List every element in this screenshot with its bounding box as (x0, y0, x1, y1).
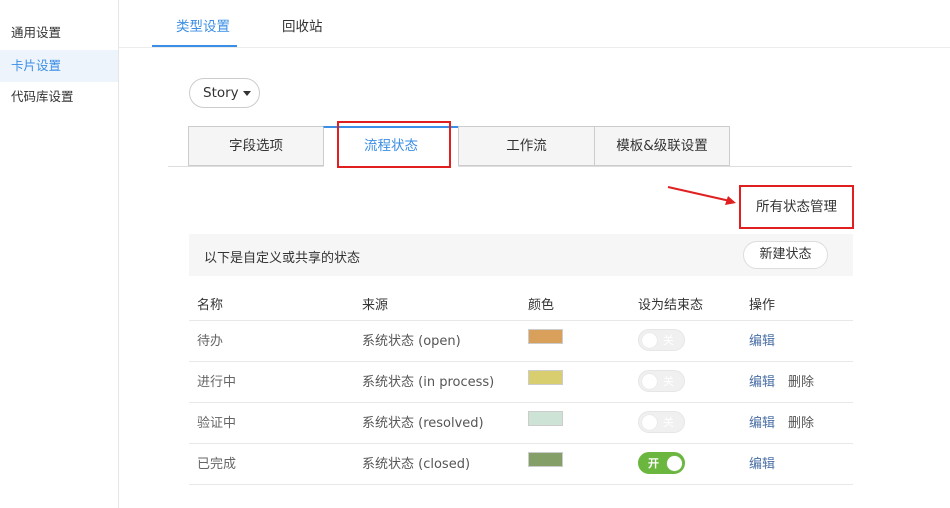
caret-down-icon (242, 90, 251, 96)
delete-link[interactable]: 删除 (788, 412, 814, 431)
tab-workflow[interactable]: 工作流 (458, 126, 595, 166)
row-divider (189, 402, 853, 403)
red-arrow-annotation (667, 186, 736, 205)
toggle-knob (642, 374, 657, 389)
status-info-text: 以下是自定义或共享的状态 (204, 251, 361, 266)
sidebar-item-repo[interactable]: 代码库设置 (0, 81, 118, 113)
toggle-label: 关 (663, 375, 674, 388)
edit-link[interactable]: 编辑 (749, 453, 775, 472)
all-status-management-button[interactable]: 所有状态管理 (739, 185, 854, 229)
header-name: 名称 (197, 298, 224, 313)
edit-link[interactable]: 编辑 (749, 412, 775, 431)
status-source: 系统状态 (resolved) (362, 416, 484, 431)
tab-type-settings[interactable]: 类型设置 (176, 15, 230, 35)
color-swatch[interactable] (528, 452, 563, 467)
toggle-label: 关 (663, 416, 674, 429)
row-divider (189, 443, 853, 444)
status-source: 系统状态 (closed) (362, 457, 471, 472)
header-actions: 操作 (749, 298, 776, 313)
row-divider (189, 361, 853, 362)
toggle-knob (642, 415, 657, 430)
status-source: 系统状态 (in process) (362, 375, 495, 390)
sidebar-item-card[interactable]: 卡片设置 (0, 50, 118, 82)
status-name: 已完成 (197, 457, 237, 472)
header-source: 来源 (362, 298, 389, 313)
tab-field-options[interactable]: 字段选项 (188, 126, 324, 166)
end-state-toggle[interactable]: 关 (638, 329, 685, 351)
color-swatch[interactable] (528, 329, 563, 344)
header-end-state: 设为结束态 (638, 298, 704, 313)
sub-tabs-baseline (168, 166, 852, 167)
status-name: 待办 (197, 334, 224, 349)
color-swatch[interactable] (528, 411, 563, 426)
row-divider (189, 484, 853, 485)
new-status-button[interactable]: 新建状态 (743, 241, 828, 269)
toggle-knob (642, 333, 657, 348)
status-info-bar: 以下是自定义或共享的状态 新建状态 (189, 234, 853, 276)
active-tab-indicator (152, 45, 237, 47)
header-color: 颜色 (528, 298, 555, 313)
end-state-toggle[interactable]: 开 (638, 452, 685, 474)
toggle-knob (667, 456, 682, 471)
end-state-toggle[interactable]: 关 (638, 411, 685, 433)
tab-recycle-bin[interactable]: 回收站 (282, 15, 323, 35)
edit-link[interactable]: 编辑 (749, 330, 775, 349)
edit-link[interactable]: 编辑 (749, 371, 775, 390)
color-swatch[interactable] (528, 370, 563, 385)
tab-template-cascade[interactable]: 模板&级联设置 (594, 126, 730, 166)
toggle-label: 开 (648, 457, 659, 470)
top-tabs: 类型设置 回收站 (119, 0, 950, 48)
sidebar-title-fragment (10, 0, 70, 2)
delete-link[interactable]: 删除 (788, 371, 814, 390)
sidebar-item-general[interactable]: 通用设置 (0, 17, 118, 49)
status-source: 系统状态 (open) (362, 334, 461, 349)
row-divider (189, 320, 853, 321)
end-state-toggle[interactable]: 关 (638, 370, 685, 392)
type-dropdown-value: Story (203, 85, 239, 101)
status-name: 进行中 (197, 375, 237, 390)
type-dropdown[interactable]: Story (189, 78, 260, 108)
tab-workflow-status[interactable]: 流程状态 (323, 126, 459, 167)
sidebar: 通用设置 卡片设置 代码库设置 (0, 0, 119, 508)
toggle-label: 关 (663, 334, 674, 347)
status-name: 验证中 (197, 416, 237, 431)
